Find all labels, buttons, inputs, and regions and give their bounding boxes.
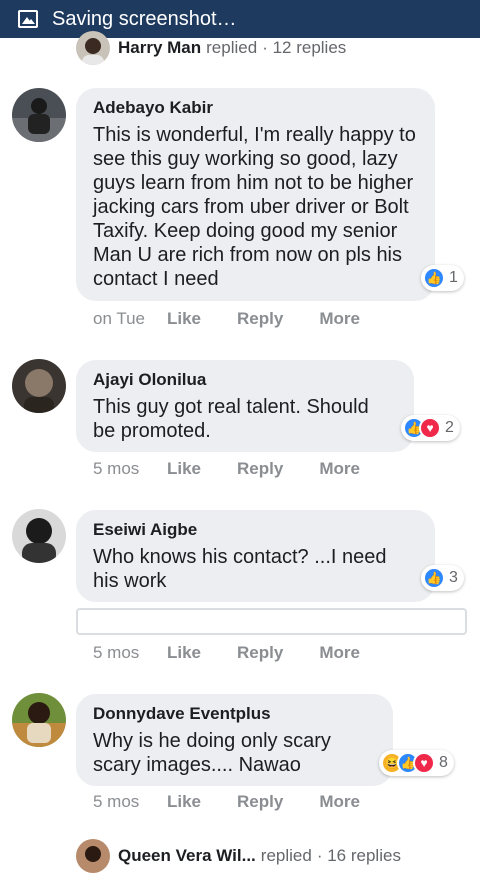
more-button[interactable]: More — [319, 459, 360, 479]
comment-time[interactable]: 5 mos — [93, 459, 163, 479]
comment-bubble: Donnydave Eventplus Why is he doing only… — [76, 694, 393, 786]
comment-author[interactable]: Eseiwi Aigbe — [93, 519, 417, 541]
reaction-count: 1 — [449, 269, 458, 286]
reply-count: · 12 replies — [262, 38, 347, 57]
comment-actions: 5 mos Like Reply More — [93, 790, 360, 814]
reaction-summary[interactable]: 👍 ♥ 2 — [401, 415, 460, 441]
comment-actions: 5 mos Like Reply More — [93, 457, 360, 481]
comment-actions: 5 mos Like Reply More — [93, 641, 360, 665]
comment-time[interactable]: on Tue — [93, 309, 163, 329]
comment-text: Who knows his contact? ...I need his wor… — [93, 546, 387, 592]
reply-button[interactable]: Reply — [237, 643, 283, 663]
like-button[interactable]: Like — [167, 459, 201, 479]
reply-button[interactable]: Reply — [237, 792, 283, 812]
avatar — [76, 839, 110, 873]
reaction-summary[interactable]: 👍 3 — [421, 565, 464, 591]
comment-bubble: Adebayo Kabir This is wonderful, I'm rea… — [76, 88, 435, 301]
reaction-summary[interactable]: 😆 👍 ♥ 8 — [379, 750, 454, 776]
reply-action: replied — [206, 38, 258, 57]
reply-author: Harry Man — [118, 38, 202, 57]
love-reaction-icon: ♥ — [413, 752, 435, 774]
reaction-count: 2 — [445, 419, 454, 436]
like-button[interactable]: Like — [167, 792, 201, 812]
like-button[interactable]: Like — [167, 643, 201, 663]
more-button[interactable]: More — [319, 643, 360, 663]
image-icon — [18, 10, 38, 28]
avatar[interactable] — [12, 359, 66, 413]
comment-text: Why is he doing only scary scary images.… — [93, 730, 331, 776]
reaction-count: 3 — [449, 569, 458, 586]
reply-action: replied — [260, 846, 312, 865]
avatar[interactable] — [12, 509, 66, 563]
like-button[interactable]: Like — [167, 309, 201, 329]
reaction-summary[interactable]: 👍 1 — [421, 265, 464, 291]
reply-input[interactable] — [76, 608, 467, 635]
reply-button[interactable]: Reply — [237, 309, 283, 329]
comment-author[interactable]: Donnydave Eventplus — [93, 703, 375, 725]
status-text: Saving screenshot… — [52, 7, 237, 30]
avatar[interactable] — [12, 88, 66, 142]
more-button[interactable]: More — [319, 792, 360, 812]
reply-count: · 16 replies — [316, 846, 401, 865]
comment-time[interactable]: 5 mos — [93, 792, 163, 812]
reply-summary[interactable]: Queen Vera Wil... replied · 16 replies — [76, 839, 401, 873]
comment-bubble: Ajayi Olonilua This guy got real talent.… — [76, 360, 414, 452]
comment-time[interactable]: 5 mos — [93, 643, 163, 663]
reaction-count: 8 — [439, 754, 448, 771]
avatar — [76, 31, 110, 65]
comment-author[interactable]: Ajayi Olonilua — [93, 369, 396, 391]
like-reaction-icon: 👍 — [423, 267, 445, 289]
reply-button[interactable]: Reply — [237, 459, 283, 479]
comment-text: This is wonderful, I'm really happy to s… — [93, 124, 416, 290]
like-reaction-icon: 👍 — [423, 567, 445, 589]
reply-summary[interactable]: Harry Man replied · 12 replies — [76, 31, 346, 65]
comment-text: This guy got real talent. Should be prom… — [93, 396, 369, 442]
comment-actions: on Tue Like Reply More — [93, 307, 360, 331]
reply-author: Queen Vera Wil... — [118, 846, 256, 865]
more-button[interactable]: More — [319, 309, 360, 329]
avatar[interactable] — [12, 693, 66, 747]
comment-author[interactable]: Adebayo Kabir — [93, 97, 417, 119]
comment-bubble: Eseiwi Aigbe Who knows his contact? ...I… — [76, 510, 435, 602]
love-reaction-icon: ♥ — [419, 417, 441, 439]
